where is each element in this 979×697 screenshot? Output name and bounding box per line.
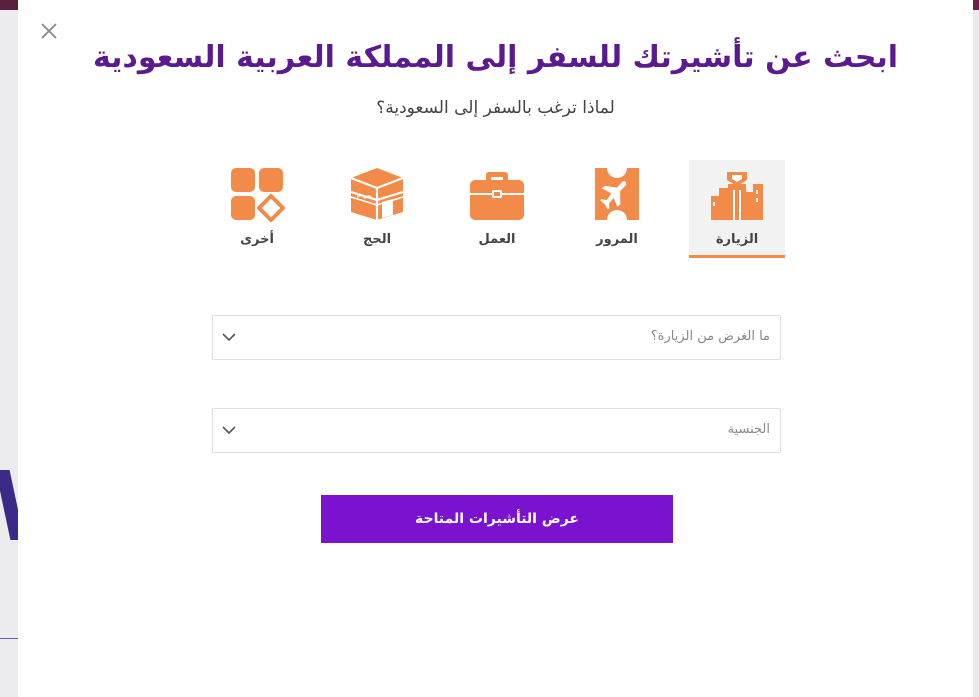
purpose-option-work[interactable]: العمل	[449, 160, 545, 258]
nationality-select[interactable]: الجنسية	[212, 408, 781, 453]
purpose-option-visit[interactable]: الزيارة	[689, 160, 785, 258]
visa-search-modal: ابحث عن تأشيرتك للسفر إلى المملكة العربي…	[18, 0, 973, 697]
buildings-icon	[711, 172, 763, 220]
visit-purpose-placeholder: ما الغرض من الزيارة؟	[650, 329, 770, 344]
purpose-label: الزيارة	[715, 232, 759, 247]
purpose-option-hajj[interactable]: الحج	[329, 160, 425, 258]
purpose-label: الحج	[362, 232, 392, 247]
purpose-label: العمل	[478, 232, 516, 247]
transit-ticket-plane-icon	[595, 168, 639, 220]
briefcase-icon	[470, 172, 524, 220]
purpose-option-other[interactable]: أخرى	[209, 160, 305, 258]
show-available-visas-button[interactable]: عرض التأشيرات المتاحة	[321, 495, 673, 543]
chevron-down-icon	[222, 333, 236, 342]
background-right-strip	[973, 0, 979, 697]
background-left-strip	[0, 0, 25, 697]
kaaba-icon	[350, 168, 404, 220]
close-button[interactable]	[38, 20, 60, 42]
close-icon	[41, 23, 57, 39]
purpose-label: أخرى	[240, 232, 274, 247]
purpose-option-transit[interactable]: المرور	[569, 160, 665, 258]
modal-title: ابحث عن تأشيرتك للسفر إلى المملكة العربي…	[92, 40, 899, 75]
purpose-options: الزيارة المرور العمل الحج أخرى	[18, 160, 973, 260]
purpose-label: المرور	[596, 232, 638, 247]
grid-other-icon	[231, 168, 285, 222]
chevron-down-icon	[222, 426, 236, 435]
visit-purpose-select[interactable]: ما الغرض من الزيارة؟	[212, 315, 781, 360]
nationality-placeholder: الجنسية	[727, 422, 770, 437]
modal-subtitle: لماذا ترغب بالسفر إلى السعودية؟	[376, 98, 615, 118]
